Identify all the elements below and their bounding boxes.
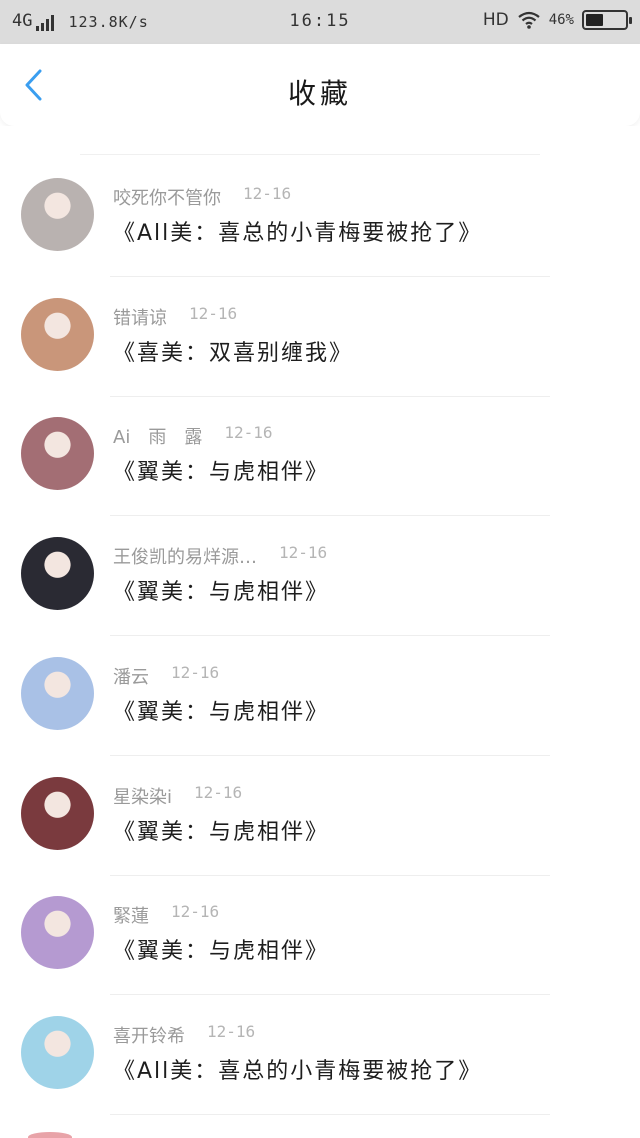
avatar[interactable] (21, 537, 94, 611)
meta-row: 王俊凯的易烊源… 12-16 (113, 543, 327, 569)
story-title[interactable]: 《翼美：与虎相伴》 (113, 454, 329, 486)
meta-row: 潘云 12-16 (113, 663, 219, 689)
user-name[interactable]: 緊蓮 (113, 902, 149, 928)
post-date: 12-16 (207, 1021, 256, 1041)
post-date: 12-16 (189, 303, 238, 323)
divider (110, 994, 550, 996)
divider (110, 515, 550, 517)
post-date: 12-16 (279, 543, 328, 563)
avatar[interactable] (21, 178, 94, 251)
list-item[interactable]: 星染染i 12-16 《翼美：与虎相伴》 (0, 776, 640, 897)
story-title[interactable]: 《All美：喜总的小青梅要被抢了》 (113, 1053, 482, 1085)
divider (110, 635, 550, 637)
user-name[interactable]: 王俊凯的易烊源… (113, 543, 257, 569)
list-item[interactable]: 潘云 12-16 《翼美：与虎相伴》 (0, 656, 640, 777)
meta-row: 星染染i 12-16 (113, 783, 242, 809)
list-item[interactable]: 错请谅 12-16 《喜美：双喜别缠我》 (0, 297, 640, 418)
status-right: HD 46% (482, 10, 632, 30)
list-item[interactable]: Ai 雨 露 12-16 《翼美：与虎相伴》 (0, 417, 640, 537)
user-name[interactable]: 喜开铃希 (113, 1022, 185, 1048)
divider (110, 276, 550, 277)
post-date: 12-16 (194, 782, 243, 802)
divider (110, 1113, 550, 1115)
user-name[interactable]: 咬死你不管你 (113, 184, 221, 210)
list-item[interactable]: 王俊凯的易烊源… 12-16 《翼美：与虎相伴》 (0, 537, 640, 657)
nav-bar: 收藏 (0, 44, 640, 126)
list-item[interactable]: 喜开铃希 12-16 《All美：喜总的小青梅要被抢了》 (0, 1015, 640, 1136)
divider (110, 395, 550, 397)
list-item[interactable]: 咬死你不管你 12-16 《All美：喜总的小青梅要被抢了》 (0, 178, 640, 298)
battery-icon (582, 10, 632, 30)
list-item[interactable]: 緊蓮 12-16 《翼美：与虎相伴》 (0, 896, 640, 1016)
user-name[interactable]: 潘云 (113, 663, 149, 689)
story-title[interactable]: 《翼美：与虎相伴》 (113, 933, 329, 965)
story-title[interactable]: 《All美：喜总的小青梅要被抢了》 (113, 215, 482, 247)
avatar[interactable] (21, 656, 94, 730)
page-title: 收藏 (287, 77, 352, 110)
divider (110, 754, 550, 756)
user-name[interactable]: Ai 雨 露 (113, 423, 202, 449)
post-date: 12-16 (224, 423, 273, 443)
wifi-icon (518, 11, 540, 29)
meta-row: 喜开铃希 12-16 (113, 1022, 255, 1048)
avatar[interactable] (21, 776, 94, 850)
user-name[interactable]: 星染染i (113, 783, 172, 809)
meta-row: Ai 雨 露 12-16 (113, 423, 273, 449)
status-bar: 4G 123.8K/s 16:15 HD 46% (0, 0, 640, 44)
post-date: 12-16 (171, 662, 220, 682)
divider (80, 154, 540, 155)
meta-row: 緊蓮 12-16 (113, 902, 219, 928)
story-title[interactable]: 《翼美：与虎相伴》 (113, 574, 329, 606)
avatar[interactable] (21, 896, 94, 970)
hd-label: HD (482, 10, 509, 30)
meta-row: 咬死你不管你 12-16 (113, 184, 291, 210)
favorites-list[interactable]: 咬死你不管你 12-16 《All美：喜总的小青梅要被抢了》 错请谅 12-16 《喜美：… (0, 126, 640, 1138)
post-date: 12-16 (171, 902, 220, 922)
avatar[interactable] (21, 1015, 94, 1089)
user-name[interactable]: 错请谅 (113, 304, 167, 330)
divider (110, 874, 550, 876)
post-date: 12-16 (243, 184, 292, 203)
battery-percent: 46% (548, 12, 574, 28)
story-title[interactable]: 《翼美：与虎相伴》 (113, 694, 329, 726)
story-title[interactable]: 《翼美：与虎相伴》 (113, 814, 329, 846)
avatar (28, 1132, 72, 1138)
battery-level (586, 14, 604, 26)
avatar[interactable] (21, 417, 94, 491)
meta-row: 错请谅 12-16 (113, 304, 237, 330)
avatar[interactable] (21, 297, 94, 371)
story-title[interactable]: 《喜美：双喜别缠我》 (113, 335, 353, 367)
